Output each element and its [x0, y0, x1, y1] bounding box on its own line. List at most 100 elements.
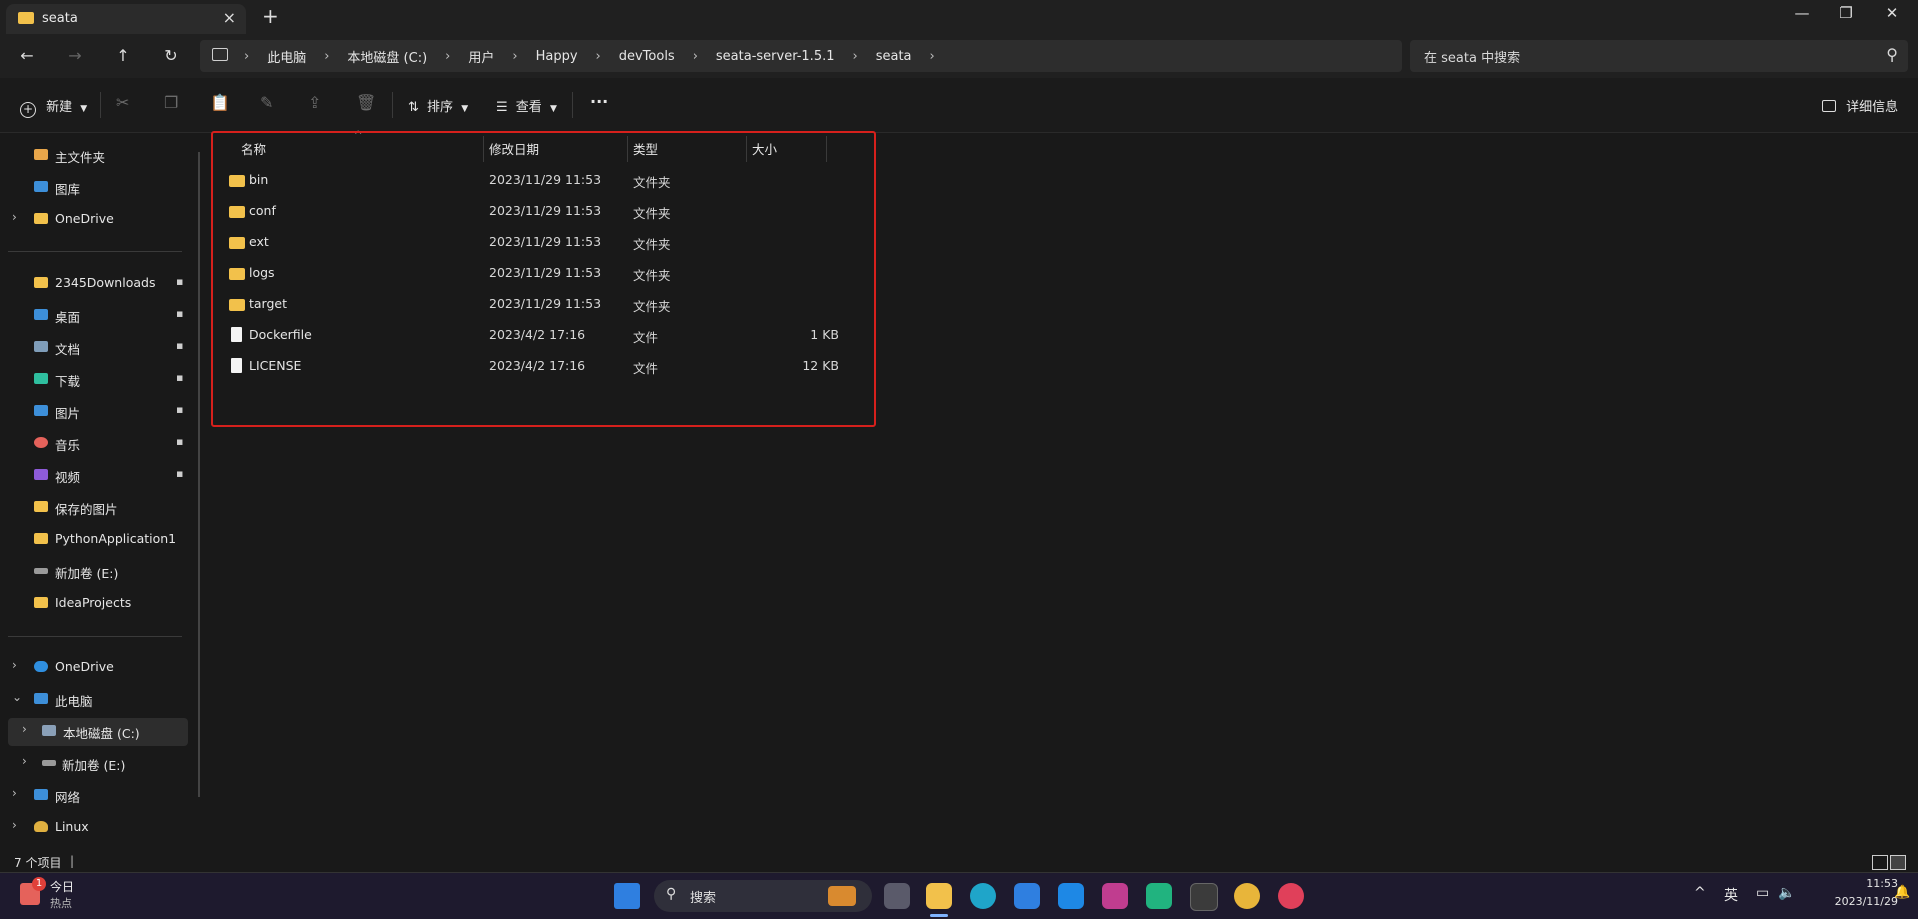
notification-bell-icon[interactable]: 🔔 [1894, 885, 1910, 900]
delete-icon[interactable]: 🗑 [356, 93, 376, 112]
tab-title: seata [42, 11, 78, 26]
up-button[interactable]: ↑ [110, 46, 136, 68]
new-tab-button[interactable]: + [262, 4, 279, 28]
copy-icon[interactable]: ❐ [164, 93, 178, 112]
refresh-button[interactable]: ↻ [158, 46, 184, 68]
sidebar-item-downloads[interactable]: 下载 ▪ [0, 366, 200, 394]
more-options-button[interactable]: ··· [590, 92, 608, 111]
title-bar: seata × + — ❐ ✕ [0, 0, 1918, 34]
cut-icon[interactable]: ✂ [116, 93, 129, 112]
taskbar-search[interactable]: ⚲ 搜索 [654, 880, 872, 912]
drive-icon [34, 568, 48, 574]
crumb-happy[interactable]: Happy [536, 49, 578, 64]
chrome-icon[interactable] [1234, 883, 1260, 909]
input-method-indicator[interactable]: 英 [1724, 885, 1738, 905]
network-icon[interactable]: ▭ [1756, 885, 1769, 901]
sidebar-item-network[interactable]: › 网络 [0, 782, 200, 810]
datagrip-icon[interactable] [1146, 883, 1172, 909]
sidebar-item-ideaprojects[interactable]: IdeaProjects [0, 590, 200, 618]
new-button[interactable]: + 新建 ▼ [20, 96, 87, 118]
chevron-down-icon: ▼ [80, 104, 88, 114]
search-input[interactable]: 在 seata 中搜索 ⚲ [1410, 40, 1908, 72]
crumb-separator: › [512, 49, 518, 64]
document-icon [34, 341, 48, 352]
file-explorer-icon[interactable] [926, 883, 952, 909]
clock-time[interactable]: 11:53 [1838, 877, 1898, 890]
folder-icon [34, 597, 48, 608]
intellij-icon[interactable] [1102, 883, 1128, 909]
tray-expand-icon[interactable]: ^ [1694, 885, 1706, 901]
sort-button[interactable]: ⇅ 排序 ▼ [408, 96, 468, 115]
sort-label: 排序 [427, 100, 454, 115]
sidebar-divider [8, 251, 182, 252]
sidebar-item-videos[interactable]: 视频 ▪ [0, 462, 200, 490]
details-view-icon[interactable] [1872, 855, 1888, 870]
app-icon[interactable] [1278, 883, 1304, 909]
crumb-this-pc[interactable]: 此电脑 [267, 47, 306, 66]
sidebar-item-drive-e-quick[interactable]: 新加卷 (E:) [0, 558, 200, 586]
close-window-button[interactable]: ✕ [1870, 4, 1914, 22]
chevron-right-icon[interactable]: › [12, 818, 17, 832]
forward-button[interactable]: → [62, 46, 88, 68]
sidebar-item-onedrive-personal[interactable]: › OneDrive [0, 206, 200, 234]
chevron-down-icon[interactable]: ⌄ [12, 690, 22, 704]
close-tab-icon[interactable]: × [223, 8, 236, 27]
chevron-right-icon[interactable]: › [12, 210, 17, 224]
video-icon [34, 469, 48, 480]
view-button[interactable]: ☰ 查看 ▼ [496, 96, 557, 115]
address-bar[interactable]: › 此电脑 › 本地磁盘 (C:) › 用户 › Happy › devTool… [200, 40, 1402, 72]
chevron-down-icon: ▼ [549, 104, 557, 114]
share-icon[interactable]: ⇪ [308, 93, 321, 112]
task-view-icon[interactable] [884, 883, 910, 909]
sidebar-item-documents[interactable]: 文档 ▪ [0, 334, 200, 362]
details-button[interactable]: 详细信息 [1822, 96, 1898, 115]
crumb-seata-server[interactable]: seata-server-1.5.1 [716, 49, 835, 64]
crumb-local-disk[interactable]: 本地磁盘 (C:) [347, 47, 427, 66]
microsoft-store-icon[interactable] [1014, 883, 1040, 909]
sidebar-item-onedrive[interactable]: › OneDrive [0, 654, 200, 682]
sidebar-item-label: 新加卷 (E:) [62, 758, 126, 773]
sidebar-item-music[interactable]: 音乐 ▪ [0, 430, 200, 458]
sidebar-item-linux[interactable]: › Linux [0, 814, 200, 842]
sidebar-item-pictures[interactable]: 图片 ▪ [0, 398, 200, 426]
widget-title[interactable]: 今日 [50, 878, 74, 895]
sidebar-item-pythonapplication1[interactable]: PythonApplication1 [0, 526, 200, 554]
sidebar-scrollbar[interactable] [198, 152, 200, 797]
sidebar-item-2345downloads[interactable]: 2345Downloads ▪ [0, 270, 200, 298]
search-highlight-icon [828, 886, 856, 906]
sidebar-item-desktop[interactable]: 桌面 ▪ [0, 302, 200, 330]
back-button[interactable]: ← [14, 46, 40, 68]
maximize-button[interactable]: ❐ [1824, 4, 1868, 22]
vscode-icon[interactable] [1058, 883, 1084, 909]
rename-icon[interactable]: ✎ [260, 93, 273, 112]
clock-date[interactable]: 2023/11/29 [1808, 895, 1898, 908]
sidebar-item-saved-pictures[interactable]: 保存的图片 [0, 494, 200, 522]
minimize-button[interactable]: — [1780, 4, 1824, 22]
terminal-icon[interactable] [1190, 883, 1218, 911]
chevron-right-icon[interactable]: › [12, 658, 17, 672]
crumb-seata[interactable]: seata [876, 49, 912, 64]
crumb-devtools[interactable]: devTools [619, 49, 675, 64]
sidebar-item-drive-e[interactable]: › 新加卷 (E:) [0, 750, 200, 778]
volume-icon[interactable]: 🔈 [1778, 885, 1795, 901]
highlight-annotation [211, 131, 876, 427]
crumb-separator: › [692, 49, 698, 64]
edge-browser-icon[interactable] [970, 883, 996, 909]
tab-seata[interactable]: seata × [6, 4, 246, 34]
sidebar-item-this-pc[interactable]: ⌄ 此电脑 [0, 686, 200, 714]
chevron-right-icon[interactable]: › [12, 786, 17, 800]
paste-icon[interactable]: 📋 [210, 93, 230, 112]
drive-icon [42, 725, 56, 736]
chevron-right-icon[interactable]: › [22, 722, 27, 736]
sidebar-item-label: 网络 [55, 790, 81, 805]
sidebar-item-label: 图片 [55, 406, 81, 421]
crumb-users[interactable]: 用户 [468, 47, 494, 66]
new-label: 新建 [46, 100, 73, 115]
sidebar-item-local-disk-c[interactable]: › 本地磁盘 (C:) [8, 718, 188, 746]
start-icon[interactable] [614, 883, 640, 909]
sidebar-item-gallery[interactable]: 图库 [0, 174, 200, 202]
sidebar-item-label: 此电脑 [55, 694, 93, 709]
chevron-right-icon[interactable]: › [22, 754, 27, 768]
sidebar-item-home[interactable]: 主文件夹 [0, 142, 200, 170]
tiles-view-icon[interactable] [1890, 855, 1906, 870]
